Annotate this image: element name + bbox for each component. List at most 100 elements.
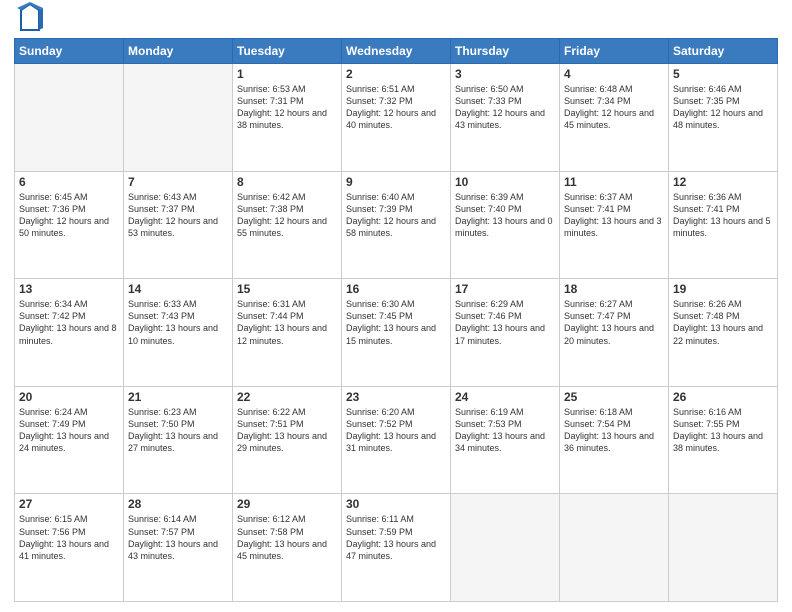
day-info: Sunrise: 6:43 AM Sunset: 7:37 PM Dayligh… <box>128 191 228 240</box>
calendar-cell: 27 Sunrise: 6:15 AM Sunset: 7:56 PM Dayli… <box>15 494 124 602</box>
day-info: Sunrise: 6:51 AM Sunset: 7:32 PM Dayligh… <box>346 83 446 132</box>
day-number: 22 <box>237 390 337 404</box>
calendar-cell: 30Sunrise: 6:11 AM Sunset: 7:59 PM Dayli… <box>342 494 451 602</box>
day-info: Sunrise: 6:36 AM Sunset: 7:41 PM Dayligh… <box>673 191 773 240</box>
day-number: 8 <box>237 175 337 189</box>
calendar-cell: 8 Sunrise: 6:42 AM Sunset: 7:38 PM Daylig… <box>233 171 342 279</box>
day-info: Sunrise: 6:20 AM Sunset: 7:52 PM Dayligh… <box>346 406 446 455</box>
day-number: 9 <box>346 175 446 189</box>
calendar-cell: 7 Sunrise: 6:43 AM Sunset: 7:37 PM Daylig… <box>124 171 233 279</box>
calendar-cell: 26Sunrise: 6:16 AM Sunset: 7:55 PM Dayli… <box>669 386 778 494</box>
header-sunday: Sunday <box>15 39 124 64</box>
calendar-cell: 1 Sunrise: 6:53 AM Sunset: 7:31 PM Daylig… <box>233 64 342 172</box>
calendar-cell <box>560 494 669 602</box>
calendar-cell: 5Sunrise: 6:46 AM Sunset: 7:35 PM Daylig… <box>669 64 778 172</box>
day-info: Sunrise: 6:48 AM Sunset: 7:34 PM Dayligh… <box>564 83 664 132</box>
day-info: Sunrise: 6:42 AM Sunset: 7:38 PM Dayligh… <box>237 191 337 240</box>
calendar-cell: 16 Sunrise: 6:30 AM Sunset: 7:45 PM Dayli… <box>342 279 451 387</box>
day-number: 1 <box>237 67 337 81</box>
calendar-body: 1 Sunrise: 6:53 AM Sunset: 7:31 PM Daylig… <box>15 64 778 602</box>
calendar-cell: 29 Sunrise: 6:12 AM Sunset: 7:58 PM Dayli… <box>233 494 342 602</box>
day-number: 2 <box>346 67 446 81</box>
day-number: 17 <box>455 282 555 296</box>
calendar-cell: 9 Sunrise: 6:40 AM Sunset: 7:39 PM Daylig… <box>342 171 451 279</box>
header-row: SundayMondayTuesdayWednesdayThursdayFrid… <box>15 39 778 64</box>
day-info: Sunrise: 6:37 AM Sunset: 7:41 PM Dayligh… <box>564 191 664 240</box>
day-number: 15 <box>237 282 337 296</box>
week-row-5: 27 Sunrise: 6:15 AM Sunset: 7:56 PM Dayli… <box>15 494 778 602</box>
day-info: Sunrise: 6:34 AM Sunset: 7:42 PM Dayligh… <box>19 298 119 347</box>
day-number: 10 <box>455 175 555 189</box>
day-number: 19 <box>673 282 773 296</box>
day-info: Sunrise: 6:39 AM Sunset: 7:40 PM Dayligh… <box>455 191 555 240</box>
calendar-cell: 10 Sunrise: 6:39 AM Sunset: 7:40 PM Dayli… <box>451 171 560 279</box>
day-info: Sunrise: 6:18 AM Sunset: 7:54 PM Dayligh… <box>564 406 664 455</box>
calendar-cell <box>124 64 233 172</box>
day-number: 13 <box>19 282 119 296</box>
week-row-1: 1 Sunrise: 6:53 AM Sunset: 7:31 PM Daylig… <box>15 64 778 172</box>
header-monday: Monday <box>124 39 233 64</box>
day-info: Sunrise: 6:23 AM Sunset: 7:50 PM Dayligh… <box>128 406 228 455</box>
day-number: 29 <box>237 497 337 511</box>
day-info: Sunrise: 6:53 AM Sunset: 7:31 PM Dayligh… <box>237 83 337 132</box>
calendar-cell: 11 Sunrise: 6:37 AM Sunset: 7:41 PM Dayli… <box>560 171 669 279</box>
day-info: Sunrise: 6:26 AM Sunset: 7:48 PM Dayligh… <box>673 298 773 347</box>
day-info: Sunrise: 6:16 AM Sunset: 7:55 PM Dayligh… <box>673 406 773 455</box>
calendar-cell: 13 Sunrise: 6:34 AM Sunset: 7:42 PM Dayli… <box>15 279 124 387</box>
day-info: Sunrise: 6:27 AM Sunset: 7:47 PM Dayligh… <box>564 298 664 347</box>
calendar-cell <box>15 64 124 172</box>
calendar-header: SundayMondayTuesdayWednesdayThursdayFrid… <box>15 39 778 64</box>
week-row-4: 20 Sunrise: 6:24 AM Sunset: 7:49 PM Dayli… <box>15 386 778 494</box>
calendar-cell: 24 Sunrise: 6:19 AM Sunset: 7:53 PM Dayli… <box>451 386 560 494</box>
header-thursday: Thursday <box>451 39 560 64</box>
header-wednesday: Wednesday <box>342 39 451 64</box>
day-number: 28 <box>128 497 228 511</box>
calendar-cell: 4 Sunrise: 6:48 AM Sunset: 7:34 PM Daylig… <box>560 64 669 172</box>
day-info: Sunrise: 6:40 AM Sunset: 7:39 PM Dayligh… <box>346 191 446 240</box>
day-info: Sunrise: 6:33 AM Sunset: 7:43 PM Dayligh… <box>128 298 228 347</box>
page: SundayMondayTuesdayWednesdayThursdayFrid… <box>0 0 792 612</box>
day-number: 7 <box>128 175 228 189</box>
calendar-cell: 18 Sunrise: 6:27 AM Sunset: 7:47 PM Dayli… <box>560 279 669 387</box>
day-info: Sunrise: 6:24 AM Sunset: 7:49 PM Dayligh… <box>19 406 119 455</box>
calendar-cell: 2 Sunrise: 6:51 AM Sunset: 7:32 PM Daylig… <box>342 64 451 172</box>
day-number: 14 <box>128 282 228 296</box>
day-number: 18 <box>564 282 664 296</box>
day-number: 24 <box>455 390 555 404</box>
day-info: Sunrise: 6:15 AM Sunset: 7:56 PM Dayligh… <box>19 513 119 562</box>
calendar-cell: 28 Sunrise: 6:14 AM Sunset: 7:57 PM Dayli… <box>124 494 233 602</box>
calendar-cell: 17 Sunrise: 6:29 AM Sunset: 7:46 PM Dayli… <box>451 279 560 387</box>
day-info: Sunrise: 6:50 AM Sunset: 7:33 PM Dayligh… <box>455 83 555 132</box>
day-info: Sunrise: 6:31 AM Sunset: 7:44 PM Dayligh… <box>237 298 337 347</box>
header-saturday: Saturday <box>669 39 778 64</box>
day-number: 20 <box>19 390 119 404</box>
logo <box>14 10 43 32</box>
day-number: 27 <box>19 497 119 511</box>
day-number: 3 <box>455 67 555 81</box>
header-tuesday: Tuesday <box>233 39 342 64</box>
day-number: 16 <box>346 282 446 296</box>
calendar-cell: 15 Sunrise: 6:31 AM Sunset: 7:44 PM Dayli… <box>233 279 342 387</box>
calendar-cell: 12 Sunrise: 6:36 AM Sunset: 7:41 PM Dayli… <box>669 171 778 279</box>
day-info: Sunrise: 6:30 AM Sunset: 7:45 PM Dayligh… <box>346 298 446 347</box>
day-info: Sunrise: 6:12 AM Sunset: 7:58 PM Dayligh… <box>237 513 337 562</box>
calendar-cell: 6Sunrise: 6:45 AM Sunset: 7:36 PM Daylig… <box>15 171 124 279</box>
day-number: 21 <box>128 390 228 404</box>
logo-icon <box>17 2 43 32</box>
day-info: Sunrise: 6:46 AM Sunset: 7:35 PM Dayligh… <box>673 83 773 132</box>
day-info: Sunrise: 6:14 AM Sunset: 7:57 PM Dayligh… <box>128 513 228 562</box>
day-number: 12 <box>673 175 773 189</box>
day-info: Sunrise: 6:19 AM Sunset: 7:53 PM Dayligh… <box>455 406 555 455</box>
day-number: 4 <box>564 67 664 81</box>
calendar-cell: 20 Sunrise: 6:24 AM Sunset: 7:49 PM Dayli… <box>15 386 124 494</box>
calendar-cell: 25Sunrise: 6:18 AM Sunset: 7:54 PM Dayli… <box>560 386 669 494</box>
header <box>14 10 778 32</box>
header-friday: Friday <box>560 39 669 64</box>
day-info: Sunrise: 6:29 AM Sunset: 7:46 PM Dayligh… <box>455 298 555 347</box>
day-number: 23 <box>346 390 446 404</box>
calendar-cell: 19 Sunrise: 6:26 AM Sunset: 7:48 PM Dayli… <box>669 279 778 387</box>
calendar-cell: 14 Sunrise: 6:33 AM Sunset: 7:43 PM Dayli… <box>124 279 233 387</box>
week-row-3: 13 Sunrise: 6:34 AM Sunset: 7:42 PM Dayli… <box>15 279 778 387</box>
day-number: 11 <box>564 175 664 189</box>
calendar-cell: 23 Sunrise: 6:20 AM Sunset: 7:52 PM Dayli… <box>342 386 451 494</box>
